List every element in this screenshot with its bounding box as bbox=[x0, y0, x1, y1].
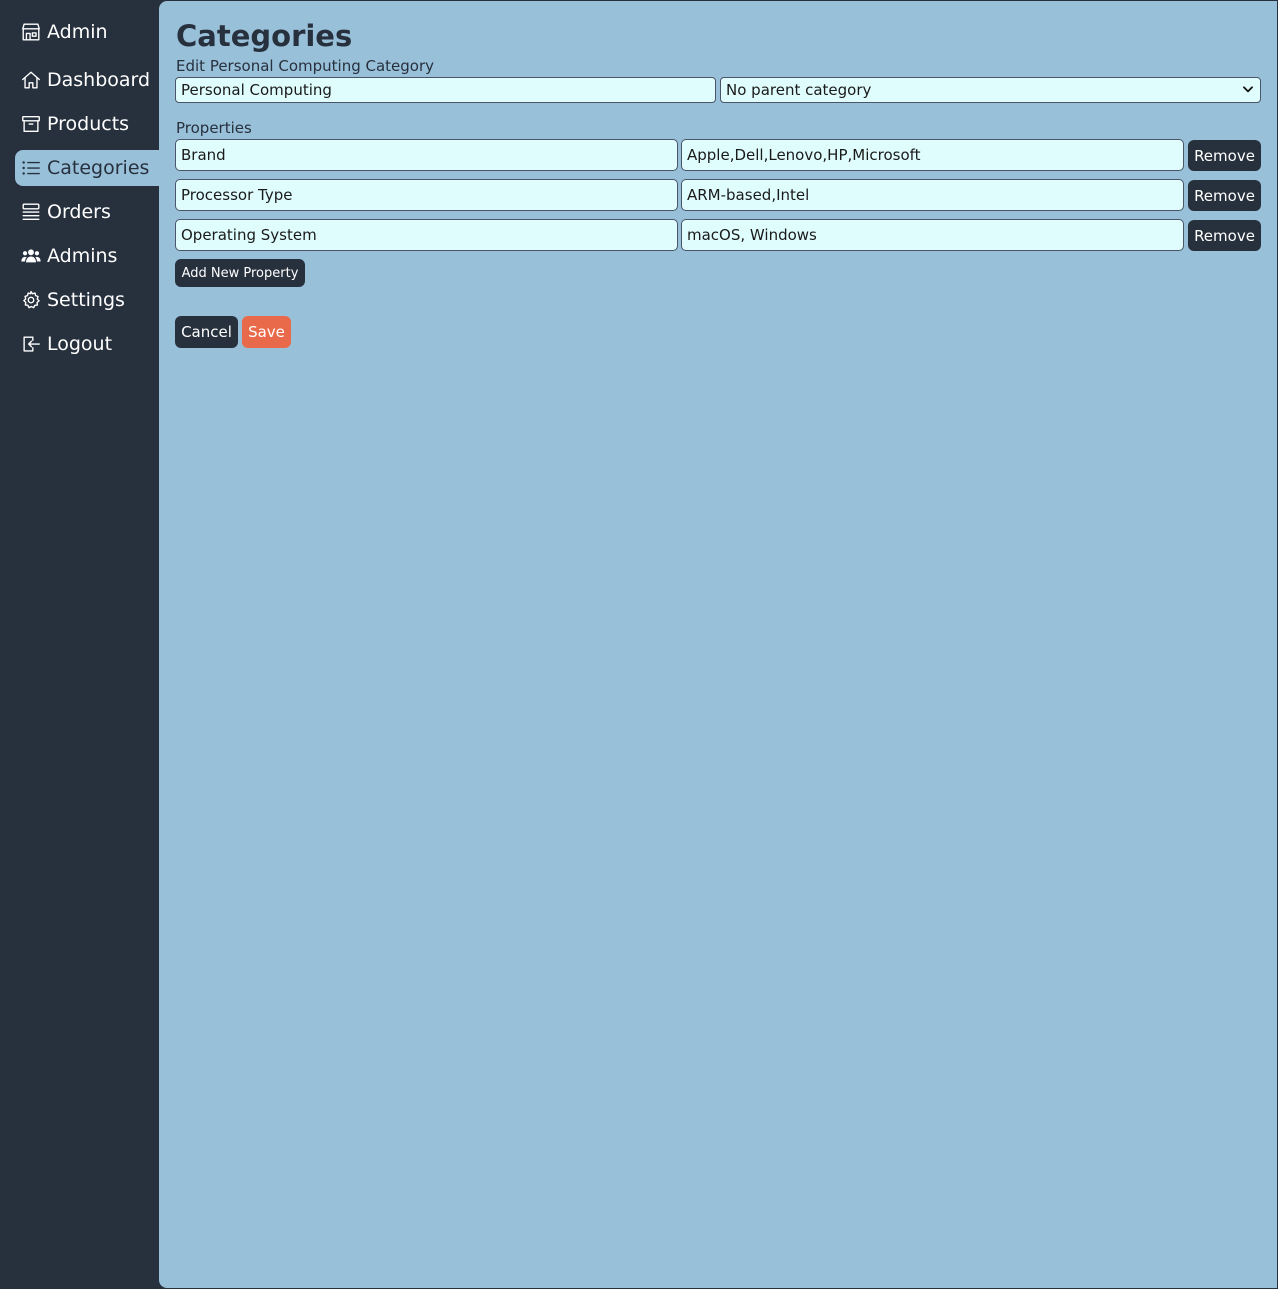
main-panel: Categories Edit Personal Computing Categ… bbox=[159, 1, 1277, 1288]
sidebar-item-logout[interactable]: Logout bbox=[15, 326, 159, 362]
cancel-button[interactable]: Cancel bbox=[175, 316, 238, 348]
users-icon bbox=[20, 245, 42, 267]
property-values-input[interactable] bbox=[681, 179, 1184, 211]
sidebar: Admin Dashboard Products Categories Orde bbox=[0, 0, 159, 1289]
sidebar-item-products[interactable]: Products bbox=[15, 106, 159, 142]
sidebar-item-label: Categories bbox=[47, 157, 150, 179]
remove-property-button[interactable]: Remove bbox=[1188, 220, 1261, 251]
sidebar-item-label: Admins bbox=[47, 245, 118, 267]
sidebar-item-label: Orders bbox=[47, 201, 111, 223]
edit-category-label: Edit Personal Computing Category bbox=[176, 57, 435, 75]
sidebar-item-orders[interactable]: Orders bbox=[15, 194, 159, 230]
page-title: Categories bbox=[176, 19, 353, 53]
property-values-input[interactable] bbox=[681, 139, 1184, 171]
sidebar-brand[interactable]: Admin bbox=[15, 14, 159, 50]
queue-list-icon bbox=[20, 201, 42, 223]
property-values-input[interactable] bbox=[681, 219, 1184, 251]
property-name-input[interactable] bbox=[175, 179, 678, 211]
properties-label: Properties bbox=[176, 119, 252, 137]
sidebar-item-categories[interactable]: Categories bbox=[15, 150, 159, 186]
list-icon bbox=[20, 157, 42, 179]
store-icon bbox=[20, 21, 42, 43]
property-name-input[interactable] bbox=[175, 139, 678, 171]
archive-box-icon bbox=[20, 113, 42, 135]
sidebar-item-label: Logout bbox=[47, 333, 113, 355]
parent-category-select-wrap[interactable]: No parent category bbox=[720, 77, 1261, 103]
sidebar-item-label: Settings bbox=[47, 289, 125, 311]
sidebar-item-label: Products bbox=[47, 113, 130, 135]
add-property-button[interactable]: Add New Property bbox=[175, 259, 305, 287]
sidebar-brand-label: Admin bbox=[47, 21, 108, 43]
sidebar-item-admins[interactable]: Admins bbox=[15, 238, 159, 274]
save-button[interactable]: Save bbox=[242, 316, 291, 348]
remove-property-button[interactable]: Remove bbox=[1188, 180, 1261, 211]
property-name-input[interactable] bbox=[175, 219, 678, 251]
gear-icon bbox=[20, 289, 42, 311]
parent-category-select[interactable]: No parent category bbox=[720, 77, 1261, 103]
home-icon bbox=[20, 69, 42, 91]
app-root: Admin Dashboard Products Categories Orde bbox=[0, 0, 1278, 1289]
logout-icon bbox=[20, 333, 42, 355]
sidebar-item-dashboard[interactable]: Dashboard bbox=[15, 62, 159, 98]
category-name-input[interactable] bbox=[175, 77, 716, 103]
remove-property-button[interactable]: Remove bbox=[1188, 140, 1261, 171]
sidebar-item-settings[interactable]: Settings bbox=[15, 282, 159, 318]
sidebar-item-label: Dashboard bbox=[47, 69, 151, 91]
